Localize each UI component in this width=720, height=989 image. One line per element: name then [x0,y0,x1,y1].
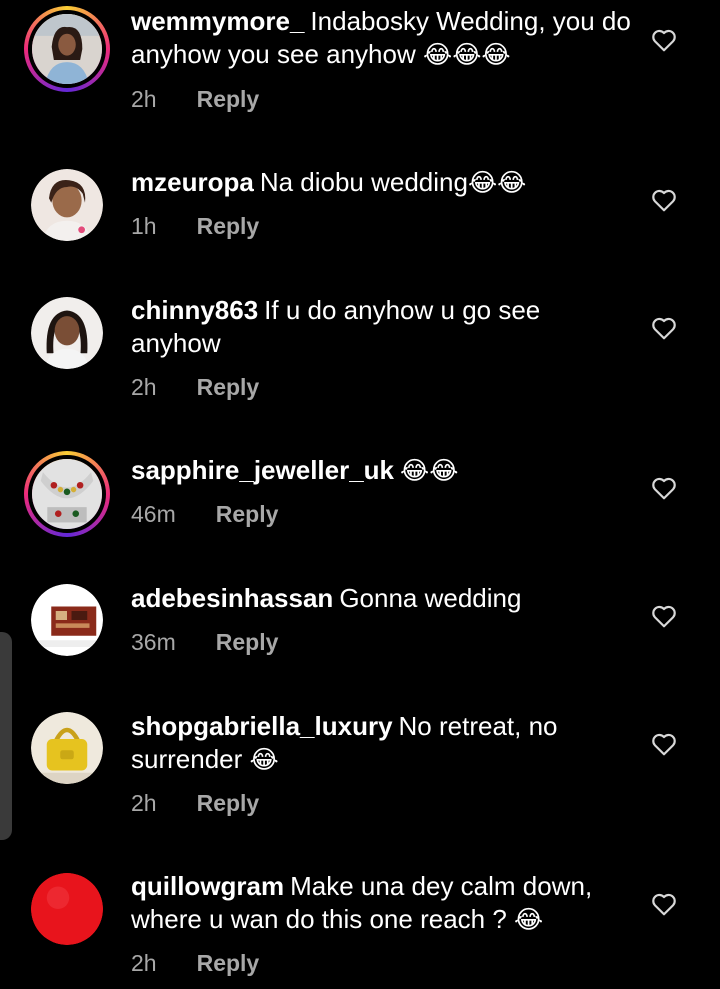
like-button[interactable] [651,732,677,758]
like-button[interactable] [651,604,677,630]
comment-meta: 36m Reply [131,629,278,656]
comment-meta: 2h Reply [131,950,259,977]
avatar[interactable] [24,6,110,92]
heart-outline-icon [652,893,676,916]
like-button[interactable] [651,28,677,54]
avatar[interactable] [31,873,103,945]
heart-outline-icon [652,317,676,340]
comment-time: 36m [131,629,176,655]
comment-body: chinny863 If u do anyhow u go see anyhow [131,294,631,360]
heart-outline-icon [652,733,676,756]
comment-time: 2h [131,950,157,976]
comment-meta: 2h Reply [131,790,259,817]
comment-time: 1h [131,213,157,239]
comment-meta: 46m Reply [131,501,278,528]
comment-text: Gonna wedding [339,583,522,613]
reply-button[interactable]: Reply [197,950,260,977]
comment-time: 2h [131,374,157,400]
reply-button[interactable]: Reply [197,374,260,401]
heart-outline-icon [652,605,676,628]
comment-username[interactable]: mzeuropa [131,167,254,197]
comment-meta: 2h Reply [131,86,259,113]
laughing-emoji: 😂😂 [467,168,527,197]
comment-body: shopgabriella_luxury No retreat, no surre… [131,710,631,776]
reply-button[interactable]: Reply [197,213,260,240]
like-button[interactable] [651,316,677,342]
reply-button[interactable]: Reply [197,790,260,817]
comment-body: wemmymore_ Indabosky Wedding, you do anyh… [131,5,631,71]
avatar[interactable] [31,297,103,369]
laughing-emoji: 😂 [249,745,279,774]
heart-outline-icon [652,189,676,212]
avatar[interactable] [31,712,103,784]
comment-username[interactable]: adebesinhassan [131,583,333,613]
comment-username[interactable]: wemmymore_ [131,6,304,36]
laughing-emoji: 😂😂 [400,456,459,485]
like-button[interactable] [651,188,677,214]
comment-username[interactable]: sapphire_jeweller_uk [131,455,394,485]
heart-outline-icon [652,477,676,500]
comment-meta: 2h Reply [131,374,259,401]
comment-body: mzeuropa Na diobu wedding😂😂 [131,166,631,199]
avatar[interactable] [24,451,110,537]
comment-body: quillowgram Make una dey calm down, where… [131,870,631,936]
comment-username[interactable]: chinny863 [131,295,258,325]
comment-time: 2h [131,86,157,112]
comment-meta: 1h Reply [131,213,259,240]
comment-time: 2h [131,790,157,816]
heart-outline-icon [652,29,676,52]
like-button[interactable] [651,892,677,918]
avatar[interactable] [31,584,103,656]
laughing-emoji: 😂😂😂 [422,40,511,69]
screen-edge-handle [0,632,12,840]
reply-button[interactable]: Reply [216,629,279,656]
comment-username[interactable]: shopgabriella_luxury [131,711,393,741]
comment-time: 46m [131,501,176,527]
avatar[interactable] [31,169,103,241]
reply-button[interactable]: Reply [197,86,260,113]
comment-text: Na diobu wedding [259,167,468,197]
reply-button[interactable]: Reply [216,501,279,528]
laughing-emoji: 😂 [514,905,544,934]
comment-username[interactable]: quillowgram [131,871,284,901]
comment-body: adebesinhassan Gonna wedding [131,582,631,615]
like-button[interactable] [651,476,677,502]
comment-body: sapphire_jeweller_uk 😂😂 [131,454,631,487]
